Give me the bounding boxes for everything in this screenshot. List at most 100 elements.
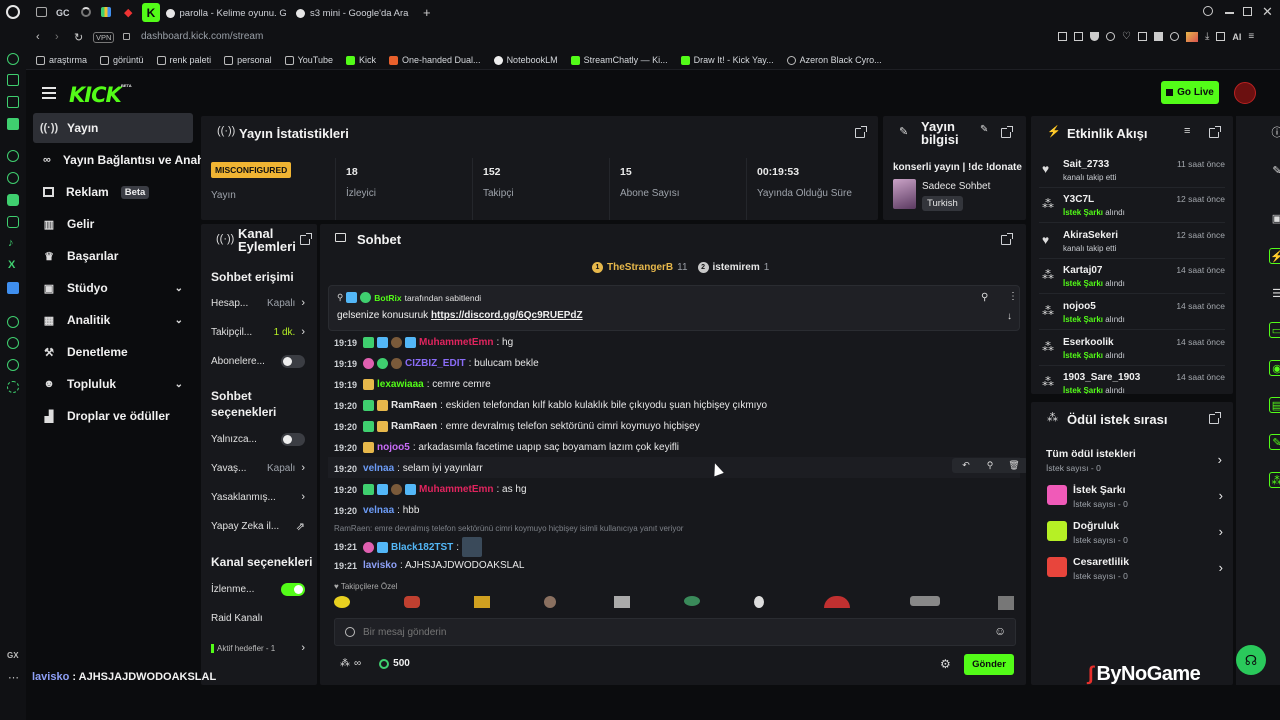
player-icon[interactable] bbox=[7, 316, 19, 328]
image-extension-icon[interactable] bbox=[1185, 31, 1198, 42]
reward-item-all[interactable]: Tüm ödül istekleri İstek sayısı - 0 › bbox=[1046, 446, 1222, 476]
downloads-icon[interactable] bbox=[7, 359, 19, 371]
nav-item-yayin[interactable]: ((·)) Yayın bbox=[33, 113, 193, 143]
reply-icon[interactable]: ↶ bbox=[956, 460, 976, 471]
opera-logo-icon[interactable] bbox=[6, 5, 20, 19]
nav-item-topluluk[interactable]: ☻ Topluluk ⌄ bbox=[33, 369, 193, 399]
sidebar-app-icon[interactable] bbox=[7, 96, 19, 108]
reward-item[interactable]: Doğruluk İstek sayısı - 0 › bbox=[1047, 518, 1223, 548]
emote-button[interactable] bbox=[754, 596, 764, 608]
bookmark-item[interactable]: Kick bbox=[345, 55, 376, 65]
activity-event[interactable]: ⁂ nojoo5 İstek Şarkı alındı 14 saat önce bbox=[1039, 295, 1225, 330]
emote-button[interactable] bbox=[404, 596, 420, 608]
setting-banned-words[interactable]: Yasaklanmış... › bbox=[211, 491, 305, 503]
extension-icon[interactable] bbox=[1074, 32, 1083, 41]
bookmark-item[interactable]: NotebookLM bbox=[493, 55, 558, 65]
activity-event[interactable]: ⁂ 1903_Sare_1903 İstek Şarkı alındı 14 saat… bbox=[1039, 366, 1225, 394]
list-icon[interactable]: ☰ bbox=[1269, 285, 1280, 301]
tab-gc[interactable]: GC bbox=[56, 3, 70, 23]
pinned-link[interactable]: https://discord.gg/6Qc9RUEPdZ bbox=[431, 310, 583, 321]
unpin-icon[interactable]: ⚲ bbox=[981, 292, 988, 303]
shield-icon[interactable] bbox=[1090, 32, 1099, 41]
vpn-badge[interactable]: VPN bbox=[93, 32, 115, 43]
popout-icon[interactable] bbox=[1209, 412, 1221, 424]
edit-icon[interactable]: ✎ bbox=[980, 124, 988, 135]
tab-icon-1[interactable] bbox=[36, 7, 47, 17]
more-options-icon[interactable]: ⋮ bbox=[1008, 291, 1018, 302]
avatar[interactable] bbox=[1234, 82, 1256, 104]
collapse-arrow-icon[interactable]: ↓ bbox=[1007, 311, 1012, 322]
bookmark-item[interactable]: görüntü bbox=[100, 55, 144, 65]
send-button[interactable]: Gönder bbox=[964, 654, 1014, 675]
emote-button[interactable] bbox=[910, 596, 940, 606]
pinned-by-user[interactable]: BotRix bbox=[374, 293, 401, 303]
bookmark-item[interactable]: YouTube bbox=[284, 55, 333, 65]
tab-parolla[interactable]: parolla - Kelime oyunu. Gü bbox=[166, 3, 286, 23]
popout-icon[interactable] bbox=[1209, 126, 1221, 138]
activity-event[interactable]: ♥ Sait_2733 kanalı takip etti 11 saat önce bbox=[1039, 153, 1225, 188]
extension-icon[interactable] bbox=[1106, 32, 1115, 41]
nav-item-reklam[interactable]: Reklam Beta bbox=[33, 177, 193, 207]
bookmark-item[interactable]: One-handed Dual... bbox=[389, 55, 481, 65]
emote-button[interactable] bbox=[998, 596, 1014, 610]
extension-icon[interactable] bbox=[1058, 32, 1067, 41]
activity-event[interactable]: ⁂ Eserkoolik İstek Şarkı alındı 14 saat önc… bbox=[1039, 331, 1225, 366]
nav-item-studyo[interactable]: ▣ Stüdyo ⌄ bbox=[33, 273, 193, 303]
infinity-icon[interactable]: ∞ bbox=[354, 658, 361, 669]
chat-message-input[interactable] bbox=[363, 623, 983, 641]
nav-item-analitik[interactable]: ▦ Analitik ⌄ bbox=[33, 305, 193, 335]
bookmark-item[interactable]: Azeron Black Cyro... bbox=[786, 55, 882, 65]
nav-item-basarilar[interactable]: ♛ Başarılar bbox=[33, 241, 193, 271]
download-icon[interactable]: ⤓ bbox=[1205, 31, 1209, 42]
delete-icon[interactable]: 🗑 bbox=[1004, 460, 1024, 471]
search-icon[interactable] bbox=[1203, 6, 1213, 16]
setting-active-goals[interactable]: Aktif hedefler - 1 › bbox=[211, 642, 305, 654]
emote-button[interactable] bbox=[614, 596, 630, 608]
tab-icon-2[interactable] bbox=[101, 7, 111, 17]
whatsapp-icon[interactable] bbox=[7, 172, 19, 184]
chatgpt-icon[interactable] bbox=[7, 150, 19, 162]
settings-icon[interactable] bbox=[7, 381, 19, 393]
chat-message[interactable]: 19:20 velnaa: hbb bbox=[334, 505, 419, 516]
reward-icon[interactable]: ⁂ bbox=[1269, 472, 1280, 488]
chat-message[interactable]: 19:20 velnaa: selam iyi yayınlarr bbox=[334, 463, 483, 474]
bookmark-item[interactable]: StreamChatly — Ki... bbox=[570, 55, 668, 65]
discord-icon[interactable] bbox=[7, 194, 19, 206]
settings-icon[interactable]: ⚙ bbox=[940, 657, 951, 671]
wrench-icon[interactable]: ✎ bbox=[1269, 434, 1280, 450]
tiktok-icon[interactable]: ♪ bbox=[8, 237, 14, 249]
nav-item-gelir[interactable]: ▥ Gelir bbox=[33, 209, 193, 239]
extension-icon[interactable] bbox=[1153, 32, 1163, 41]
subscribers-toggle[interactable] bbox=[281, 355, 305, 368]
bookmark-item[interactable]: araştırma bbox=[36, 55, 87, 65]
emote-only-toggle[interactable] bbox=[281, 433, 305, 446]
setting-followers-only[interactable]: Takipçil... 1 dk. › bbox=[211, 326, 305, 338]
go-live-button[interactable]: Go Live bbox=[1161, 81, 1219, 104]
emoji-icon[interactable]: ☺ bbox=[994, 624, 1006, 638]
chat-message[interactable]: 19:20 nojoo5: arkadasımla facetime uapıp … bbox=[334, 442, 679, 453]
emote-button[interactable] bbox=[544, 596, 556, 608]
support-icon[interactable]: ☊ bbox=[1236, 645, 1266, 675]
chat-message[interactable]: 19:19 CIZBIZ_EDIT: bulucam bekle bbox=[334, 358, 539, 369]
chat-icon[interactable]: ▭ bbox=[1269, 322, 1280, 338]
record-icon[interactable]: ▣ bbox=[1269, 210, 1280, 226]
kick-logo[interactable]: KICK bbox=[69, 83, 122, 107]
broadcast-icon[interactable]: ◉ bbox=[1269, 360, 1280, 376]
popout-icon[interactable] bbox=[855, 126, 867, 138]
ai-button[interactable]: AI bbox=[1232, 32, 1241, 42]
chat-message[interactable]: 19:19 MuhammetEmn: hg bbox=[334, 337, 513, 348]
new-tab-button[interactable]: + bbox=[423, 5, 431, 20]
emote-button[interactable] bbox=[824, 596, 850, 608]
instagram-icon[interactable] bbox=[7, 216, 19, 228]
hamburger-menu-icon[interactable] bbox=[42, 87, 56, 99]
channel-points-icon[interactable]: ⁂ bbox=[340, 658, 350, 669]
forward-button[interactable]: › bbox=[55, 31, 59, 43]
maximize-button[interactable] bbox=[1243, 7, 1252, 16]
gifter-name[interactable]: istemirem bbox=[713, 262, 760, 273]
info-icon[interactable]: ⓘ bbox=[1269, 124, 1280, 140]
chat-message[interactable]: 19:20 RamRaen: emre devralmış telefon sek… bbox=[334, 421, 700, 432]
popout-icon[interactable] bbox=[1001, 126, 1013, 138]
emote-button[interactable] bbox=[474, 596, 490, 608]
tab-google[interactable]: s3 mini - Google'da Ara bbox=[296, 3, 411, 23]
bookmark-item[interactable]: renk paleti bbox=[156, 55, 211, 65]
